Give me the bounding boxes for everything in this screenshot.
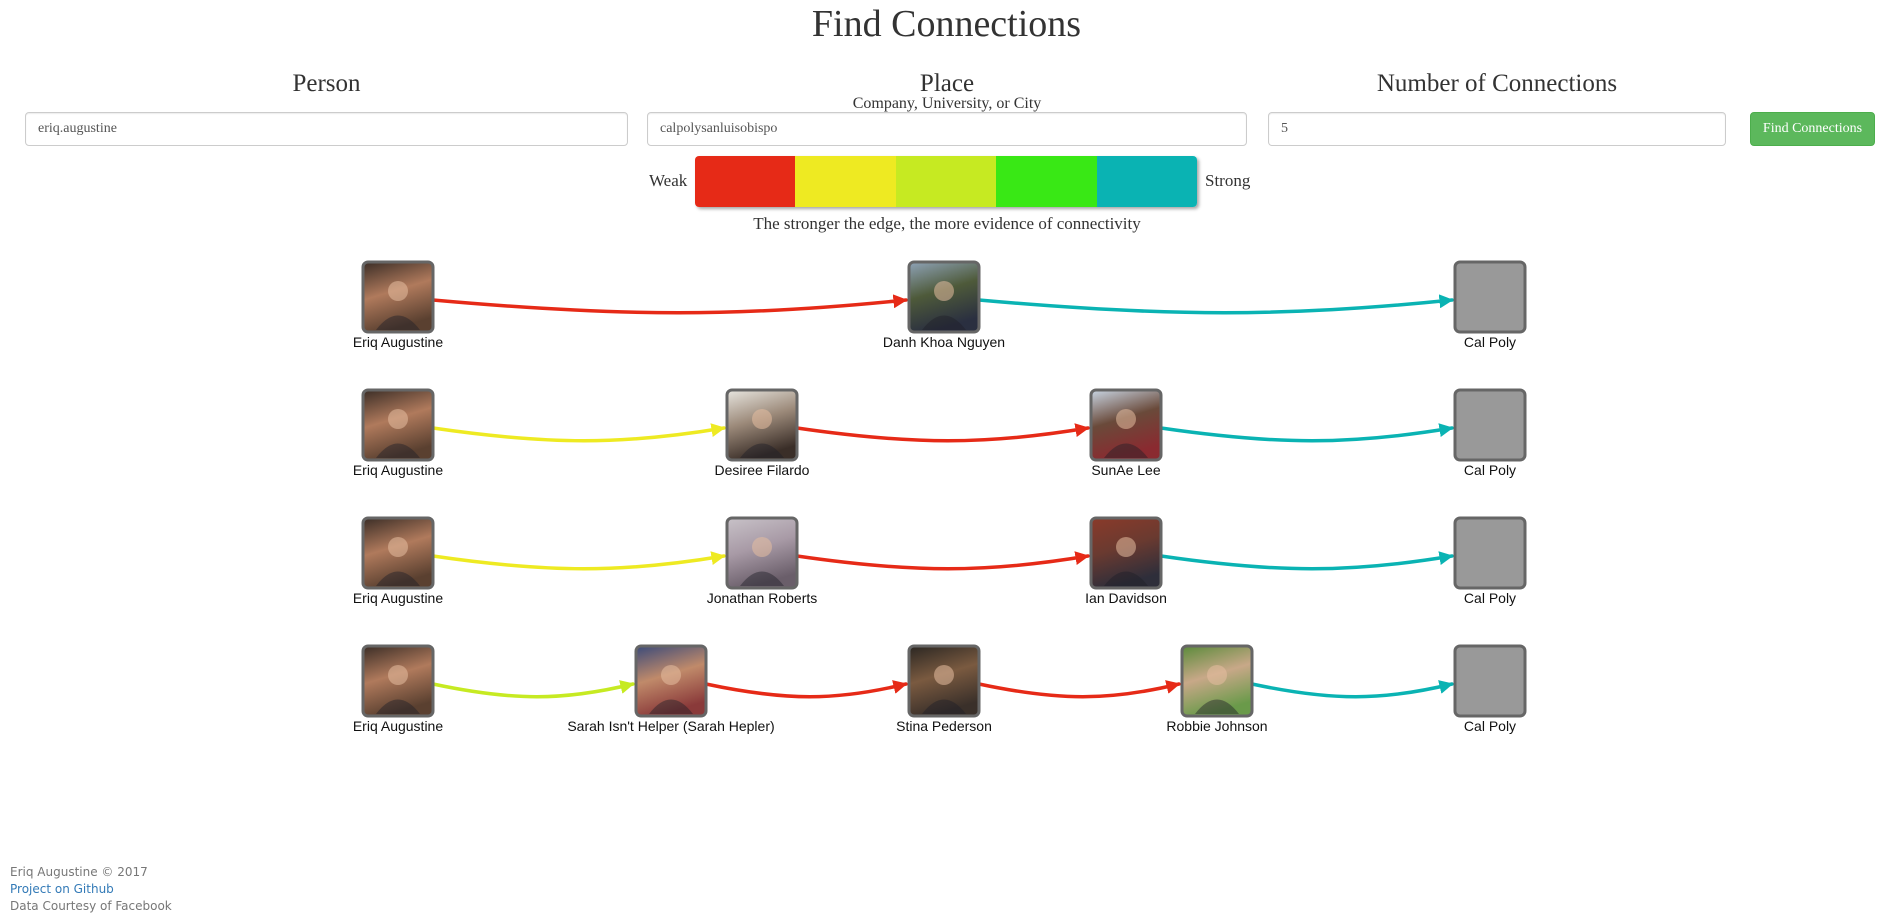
connection-path-row: Eriq Augustine Danh Khoa Nguyen Cal Poly	[353, 260, 1527, 350]
connection-edge	[1159, 551, 1454, 571]
connection-edge	[1159, 423, 1454, 443]
connection-edge	[795, 423, 1090, 443]
connection-path-row: Eriq Augustine Desiree Filardo SunAe Lee Ca…	[353, 388, 1527, 478]
connection-edge	[431, 551, 726, 571]
person-node[interactable]: Eriq Augustine	[353, 388, 443, 478]
node-label: Eriq Augustine	[353, 590, 443, 606]
person-node[interactable]: SunAe Lee	[1089, 388, 1163, 478]
connection-edge	[431, 680, 635, 699]
connection-edge	[704, 680, 908, 699]
node-label: Sarah Isn't Helper (Sarah Hepler)	[567, 718, 774, 734]
node-label: Jonathan Roberts	[707, 590, 818, 606]
connection-edge	[795, 551, 1090, 571]
person-node[interactable]: Eriq Augustine	[353, 260, 443, 350]
connection-edge	[977, 680, 1181, 699]
place-tile	[1453, 644, 1527, 718]
node-label: Eriq Augustine	[353, 462, 443, 478]
place-tile	[1453, 388, 1527, 462]
profile-face-shape	[388, 409, 408, 429]
node-label: Cal Poly	[1464, 590, 1516, 606]
node-label: Cal Poly	[1464, 334, 1516, 350]
node-label: Robbie Johnson	[1166, 718, 1267, 734]
connection-path-row: Eriq Augustine Jonathan Roberts Ian Davids…	[353, 516, 1527, 606]
node-label: Ian Davidson	[1085, 590, 1167, 606]
person-node[interactable]: Eriq Augustine	[353, 516, 443, 606]
node-label: Stina Pederson	[896, 718, 992, 734]
person-node[interactable]: Desiree Filardo	[715, 388, 810, 478]
person-node[interactable]: Danh Khoa Nguyen	[883, 260, 1005, 350]
place-tile	[1453, 516, 1527, 590]
profile-face-shape	[388, 665, 408, 685]
footer-copyright: Eriq Augustine © 2017	[10, 865, 148, 879]
place-tile	[1453, 260, 1527, 334]
profile-face-shape	[661, 665, 681, 685]
place-node[interactable]: Cal Poly	[1453, 516, 1527, 606]
person-node[interactable]: Eriq Augustine	[353, 644, 443, 734]
connection-edge	[431, 294, 908, 315]
person-node[interactable]: Ian Davidson	[1085, 516, 1167, 606]
place-node[interactable]: Cal Poly	[1453, 388, 1527, 478]
connection-path-row: Eriq Augustine Sarah Isn't Helper (Sarah …	[353, 644, 1527, 734]
node-label: Desiree Filardo	[715, 462, 810, 478]
node-label: Cal Poly	[1464, 462, 1516, 478]
profile-face-shape	[1207, 665, 1227, 685]
connections-graph: Eriq Augustine Danh Khoa Nguyen Cal PolyEr…	[353, 260, 1527, 734]
connection-edge	[977, 294, 1454, 315]
node-label: Cal Poly	[1464, 718, 1516, 734]
profile-face-shape	[934, 665, 954, 685]
node-label: Eriq Augustine	[353, 334, 443, 350]
node-label: SunAe Lee	[1091, 462, 1160, 478]
place-node[interactable]: Cal Poly	[1453, 644, 1527, 734]
person-node[interactable]: Jonathan Roberts	[707, 516, 818, 606]
footer-credit: Data Courtesy of Facebook	[10, 899, 172, 913]
person-node[interactable]: Robbie Johnson	[1166, 644, 1268, 734]
person-node[interactable]: Stina Pederson	[896, 644, 992, 734]
profile-face-shape	[1116, 409, 1136, 429]
profile-face-shape	[934, 281, 954, 301]
node-label: Danh Khoa Nguyen	[883, 334, 1005, 350]
connection-edge	[1250, 680, 1454, 699]
node-label: Eriq Augustine	[353, 718, 443, 734]
profile-face-shape	[752, 537, 772, 557]
profile-face-shape	[388, 537, 408, 557]
profile-face-shape	[752, 409, 772, 429]
place-node[interactable]: Cal Poly	[1453, 260, 1527, 350]
connection-edge	[431, 423, 726, 443]
profile-face-shape	[1116, 537, 1136, 557]
github-link[interactable]: Project on Github	[10, 882, 114, 896]
profile-face-shape	[388, 281, 408, 301]
